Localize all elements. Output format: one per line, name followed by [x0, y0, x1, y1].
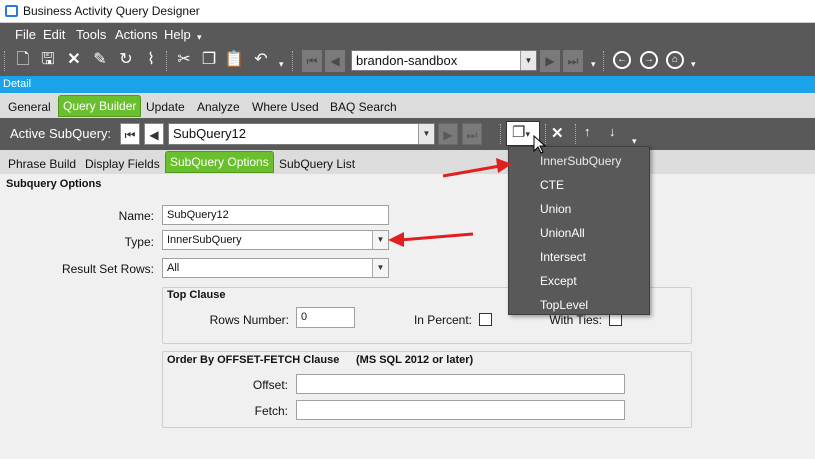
- menu-file[interactable]: File: [15, 27, 36, 42]
- forward-icon[interactable]: →: [640, 51, 658, 69]
- dropdown-option-innersubquery[interactable]: InnerSubQuery: [540, 154, 621, 168]
- delete-icon[interactable]: ✕: [63, 49, 85, 71]
- menu-edit[interactable]: Edit: [43, 27, 65, 42]
- fetch-label: Fetch:: [254, 404, 288, 418]
- main-toolbar: 🗋 🖫 ✕ ✎ ↻ ⌇ ✂ ❐ 📋 ↶ ▾ ⏮ ◀ brandon-sandbo…: [0, 45, 815, 76]
- annotation-arrow-icon: [388, 232, 474, 247]
- menu-bar: File Edit Tools Actions Help ▾: [0, 23, 815, 45]
- result-rows-label: Result Set Rows:: [61, 262, 154, 276]
- rows-number-value: 0: [301, 311, 308, 323]
- last-subquery-button[interactable]: ⏭: [462, 123, 482, 145]
- tab-subquery-list[interactable]: SubQuery List: [279, 157, 355, 171]
- subquery-tabs: Phrase Build Display Fields SubQuery Opt…: [0, 150, 815, 174]
- tab-subquery-options[interactable]: SubQuery Options: [165, 151, 274, 173]
- tab-update[interactable]: Update: [146, 100, 185, 114]
- dropdown-option-toplevel[interactable]: TopLevel: [540, 298, 588, 312]
- rows-number-label: Rows Number:: [209, 313, 289, 327]
- order-by-note: (MS SQL 2012 or later): [356, 354, 474, 366]
- active-subquery-label: Active SubQuery:: [10, 126, 112, 141]
- tab-analyze[interactable]: Analyze: [197, 100, 240, 114]
- type-dropdown-menu: InnerSubQuery CTE Union UnionAll Interse…: [508, 146, 650, 315]
- move-up-icon[interactable]: ↑: [584, 124, 591, 139]
- order-by-title: Order By OFFSET-FETCH Clause: [167, 354, 340, 366]
- dropdown-option-intersect[interactable]: Intersect: [540, 250, 586, 264]
- with-ties-label: With Ties:: [549, 313, 602, 327]
- tab-query-builder[interactable]: Query Builder: [58, 95, 142, 117]
- result-rows-select[interactable]: All ▼: [162, 258, 389, 278]
- copy-icon: ❐: [512, 124, 526, 141]
- result-rows-value: All: [167, 262, 180, 274]
- subquery-value: SubQuery12: [173, 126, 246, 141]
- dropdown-option-cte[interactable]: CTE: [540, 178, 564, 192]
- name-value: SubQuery12: [167, 209, 229, 221]
- detail-header: Detail: [0, 76, 815, 93]
- tab-where-used[interactable]: Where Used: [252, 100, 319, 114]
- undo-icon[interactable]: ↶: [250, 49, 272, 71]
- chevron-down-icon[interactable]: ▾: [591, 59, 596, 70]
- last-record-button[interactable]: ⏭: [563, 50, 583, 72]
- tab-baq-search[interactable]: BAQ Search: [330, 100, 397, 114]
- menu-help[interactable]: Help: [164, 27, 191, 42]
- delete-subquery-icon[interactable]: ✕: [551, 124, 564, 142]
- paste-icon[interactable]: 📋: [223, 49, 245, 71]
- chevron-down-icon[interactable]: ▾: [197, 32, 202, 43]
- company-select[interactable]: brandon-sandbox ▼: [351, 50, 537, 71]
- edit-icon[interactable]: ✎: [89, 49, 111, 71]
- menu-tools[interactable]: Tools: [76, 27, 106, 42]
- name-label: Name:: [118, 209, 154, 223]
- name-field[interactable]: SubQuery12: [162, 205, 389, 225]
- window-title: Business Activity Query Designer: [23, 4, 200, 18]
- refresh-icon[interactable]: ↻: [115, 49, 137, 71]
- chevron-down-icon[interactable]: ▼: [520, 51, 536, 70]
- rows-number-field[interactable]: 0: [296, 307, 355, 328]
- main-tabs: General Query Builder Update Analyze Whe…: [0, 93, 815, 118]
- app-icon: [5, 5, 18, 17]
- type-select[interactable]: InnerSubQuery ▼: [162, 230, 389, 250]
- chevron-down-icon[interactable]: ▾: [691, 59, 696, 70]
- offset-field[interactable]: [296, 374, 625, 394]
- save-icon[interactable]: 🖫: [37, 49, 59, 71]
- title-bar: Business Activity Query Designer: [0, 0, 815, 23]
- next-record-button[interactable]: ▶: [540, 50, 560, 72]
- tab-display-fields[interactable]: Display Fields: [85, 157, 160, 171]
- back-icon[interactable]: ←: [613, 51, 631, 69]
- cut-icon[interactable]: ✂: [173, 49, 195, 71]
- chevron-down-icon[interactable]: ▾: [279, 59, 284, 70]
- copy-icon[interactable]: ❐: [198, 49, 220, 71]
- type-label: Type:: [124, 235, 154, 249]
- chevron-down-icon[interactable]: ▼: [372, 259, 388, 277]
- clear-icon[interactable]: ⌇: [140, 49, 162, 71]
- fetch-field[interactable]: [296, 400, 625, 420]
- next-subquery-button[interactable]: ▶: [438, 123, 458, 145]
- annotation-arrow-icon: [442, 158, 512, 178]
- chevron-down-icon: ▾: [525, 129, 530, 139]
- mouse-cursor-icon: [533, 135, 547, 154]
- prev-subquery-button[interactable]: ◀: [144, 123, 164, 145]
- in-percent-checkbox[interactable]: [479, 313, 492, 326]
- offset-label: Offset:: [252, 378, 288, 392]
- home-icon[interactable]: ⌂: [666, 51, 684, 69]
- new-icon[interactable]: 🗋: [12, 49, 34, 71]
- subquery-bar: Active SubQuery: ⏮ ◀ SubQuery12 ▼ ▶ ⏭ ❐▾…: [0, 118, 815, 150]
- tab-general[interactable]: General: [8, 100, 51, 114]
- section-title: Subquery Options: [6, 178, 102, 190]
- dropdown-option-unionall[interactable]: UnionAll: [540, 226, 585, 240]
- prev-record-button[interactable]: ◀: [325, 50, 345, 72]
- move-down-icon[interactable]: ↓: [609, 124, 616, 139]
- dropdown-option-union[interactable]: Union: [540, 202, 571, 216]
- top-clause-title: Top Clause: [167, 289, 226, 301]
- chevron-down-icon[interactable]: ▼: [418, 124, 434, 144]
- first-subquery-button[interactable]: ⏮: [120, 123, 140, 145]
- company-value: brandon-sandbox: [356, 53, 458, 68]
- first-record-button[interactable]: ⏮: [302, 50, 322, 72]
- tab-phrase-build[interactable]: Phrase Build: [8, 157, 76, 171]
- in-percent-label: In Percent:: [413, 313, 472, 327]
- dropdown-option-except[interactable]: Except: [540, 274, 577, 288]
- type-value: InnerSubQuery: [167, 234, 242, 246]
- menu-actions[interactable]: Actions: [115, 27, 158, 42]
- subquery-select[interactable]: SubQuery12 ▼: [168, 123, 435, 145]
